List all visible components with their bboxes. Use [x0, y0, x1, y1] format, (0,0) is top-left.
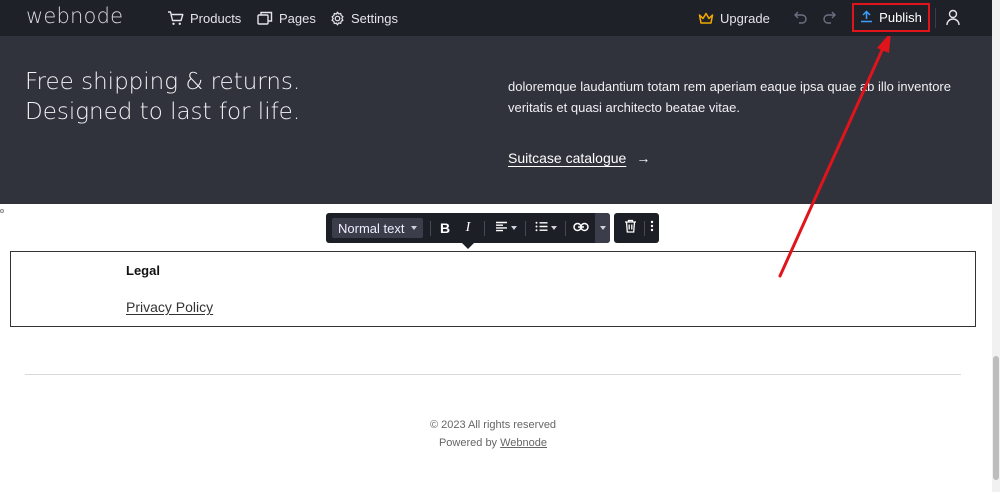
suitcase-catalogue-label: Suitcase catalogue	[508, 150, 627, 166]
hero-paragraph[interactable]: doloremque laudantium totam rem aperiam …	[508, 76, 978, 118]
toolbar-pointer	[461, 242, 475, 249]
topbar-divider	[935, 8, 936, 28]
hero-headline-line2[interactable]: Designed to last for life.	[25, 99, 300, 125]
link-options-button[interactable]	[595, 213, 610, 243]
webnode-link[interactable]: Webnode	[500, 437, 547, 449]
nav-settings[interactable]: Settings	[330, 0, 398, 36]
nav-settings-label: Settings	[351, 10, 398, 26]
footer-divider	[25, 374, 961, 375]
nav-pages[interactable]: Pages	[257, 0, 316, 36]
more-options-button[interactable]	[647, 219, 657, 237]
webnode-logo[interactable]: webnode	[26, 4, 123, 28]
copyright-text: © 2023 All rights reserved	[429, 419, 557, 431]
pages-icon	[257, 11, 273, 25]
link-button[interactable]	[572, 219, 590, 237]
bold-button[interactable]: B	[438, 219, 452, 237]
toolbar-separator	[644, 221, 645, 236]
arrow-right-icon: →	[636, 150, 651, 166]
scrollbar-thumb[interactable]	[993, 356, 999, 480]
text-style-select[interactable]: Normal text	[332, 218, 423, 238]
editor-topbar: webnode Products Pages Settings Upgrade	[0, 0, 992, 36]
gear-icon	[330, 11, 345, 26]
redo-icon[interactable]	[821, 10, 837, 29]
legal-heading[interactable]: Legal	[126, 263, 160, 278]
upload-icon	[860, 9, 873, 26]
chevron-down-icon	[411, 226, 418, 230]
chevron-down-icon	[511, 226, 517, 230]
align-button[interactable]	[493, 219, 519, 237]
italic-button[interactable]: I	[462, 219, 474, 237]
privacy-policy-link[interactable]: Privacy Policy	[126, 299, 213, 315]
chevron-down-icon	[551, 226, 557, 230]
page-scrollbar[interactable]	[992, 0, 1000, 492]
toolbar-separator	[430, 221, 431, 236]
upgrade-button[interactable]: Upgrade	[698, 0, 770, 36]
link-icon	[573, 219, 589, 237]
block-actions-toolbar	[614, 213, 659, 243]
user-icon[interactable]	[946, 9, 960, 31]
more-vertical-icon	[650, 219, 654, 237]
text-format-toolbar: Normal text B I	[326, 213, 610, 243]
suitcase-catalogue-link[interactable]: Suitcase catalogue →	[508, 150, 650, 166]
chevron-down-icon	[599, 226, 606, 230]
list-icon	[535, 219, 548, 237]
undo-icon[interactable]	[793, 10, 809, 29]
hero-headline-line1[interactable]: Free shipping & returns.	[25, 69, 300, 95]
editor-page: webnode Products Pages Settings Upgrade	[0, 0, 1000, 492]
powered-by-prefix: Powered by	[438, 437, 501, 449]
section-resize-handle[interactable]	[0, 209, 4, 213]
hero-section: Free shipping & returns. Designed to las…	[0, 36, 992, 204]
toolbar-separator	[565, 221, 566, 236]
nav-pages-label: Pages	[279, 10, 316, 26]
text-style-value: Normal text	[338, 220, 405, 236]
upgrade-label: Upgrade	[720, 10, 770, 26]
toolbar-separator	[525, 221, 526, 236]
trash-icon	[624, 219, 637, 238]
list-button[interactable]	[533, 219, 559, 237]
delete-button[interactable]	[622, 219, 638, 237]
toolbar-separator	[484, 221, 485, 236]
powered-by-text: Powered by Webnode	[0, 437, 986, 449]
align-left-icon	[495, 219, 508, 237]
crown-icon	[698, 12, 714, 25]
cart-icon	[167, 10, 184, 26]
publish-label: Publish	[879, 10, 922, 25]
nav-products[interactable]: Products	[167, 0, 241, 36]
publish-button[interactable]: Publish	[852, 3, 930, 32]
nav-products-label: Products	[190, 10, 242, 26]
